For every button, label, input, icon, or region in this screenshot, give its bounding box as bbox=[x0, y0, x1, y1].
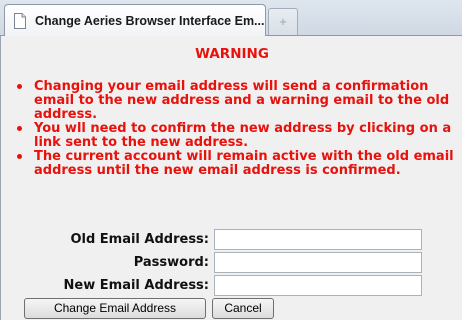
warning-item-text: Changing your email address will send a … bbox=[34, 79, 450, 122]
browser-tab-strip: Change Aeries Browser Interface Em... + bbox=[0, 0, 462, 36]
new-tab-button[interactable]: + bbox=[268, 8, 298, 35]
page-content: WARNING Changing your email address will… bbox=[0, 36, 462, 320]
new-tab-icon: + bbox=[279, 14, 287, 29]
bullet-icon bbox=[17, 154, 22, 159]
password-label: Password: bbox=[133, 255, 209, 270]
old-email-label: Old Email Address: bbox=[70, 232, 209, 247]
warning-item: You wll need to confirm the new address … bbox=[17, 122, 461, 150]
new-email-label: New Email Address: bbox=[63, 278, 209, 293]
old-email-row: Old Email Address: bbox=[1, 229, 462, 251]
password-row: Password: bbox=[1, 252, 462, 274]
warning-item-text: You wll need to confirm the new address … bbox=[34, 121, 452, 150]
new-email-row: New Email Address: bbox=[1, 275, 462, 297]
cancel-button[interactable]: Cancel bbox=[212, 298, 274, 319]
change-email-button[interactable]: Change Email Address bbox=[24, 298, 206, 319]
warning-item: The current account will remain active w… bbox=[17, 150, 461, 178]
bullet-icon bbox=[17, 84, 22, 89]
warning-title: WARNING bbox=[195, 46, 269, 62]
warning-list: Changing your email address will send a … bbox=[17, 80, 461, 178]
password-input[interactable] bbox=[214, 252, 422, 273]
tab-title: Change Aeries Browser Interface Em... bbox=[35, 13, 265, 28]
new-email-input[interactable] bbox=[214, 275, 422, 296]
page-icon bbox=[13, 12, 27, 29]
bullet-icon bbox=[17, 126, 22, 131]
warning-item: Changing your email address will send a … bbox=[17, 80, 461, 122]
warning-item-text: The current account will remain active w… bbox=[34, 149, 454, 178]
old-email-input[interactable] bbox=[214, 229, 422, 250]
browser-tab-active[interactable]: Change Aeries Browser Interface Em... bbox=[4, 4, 266, 36]
